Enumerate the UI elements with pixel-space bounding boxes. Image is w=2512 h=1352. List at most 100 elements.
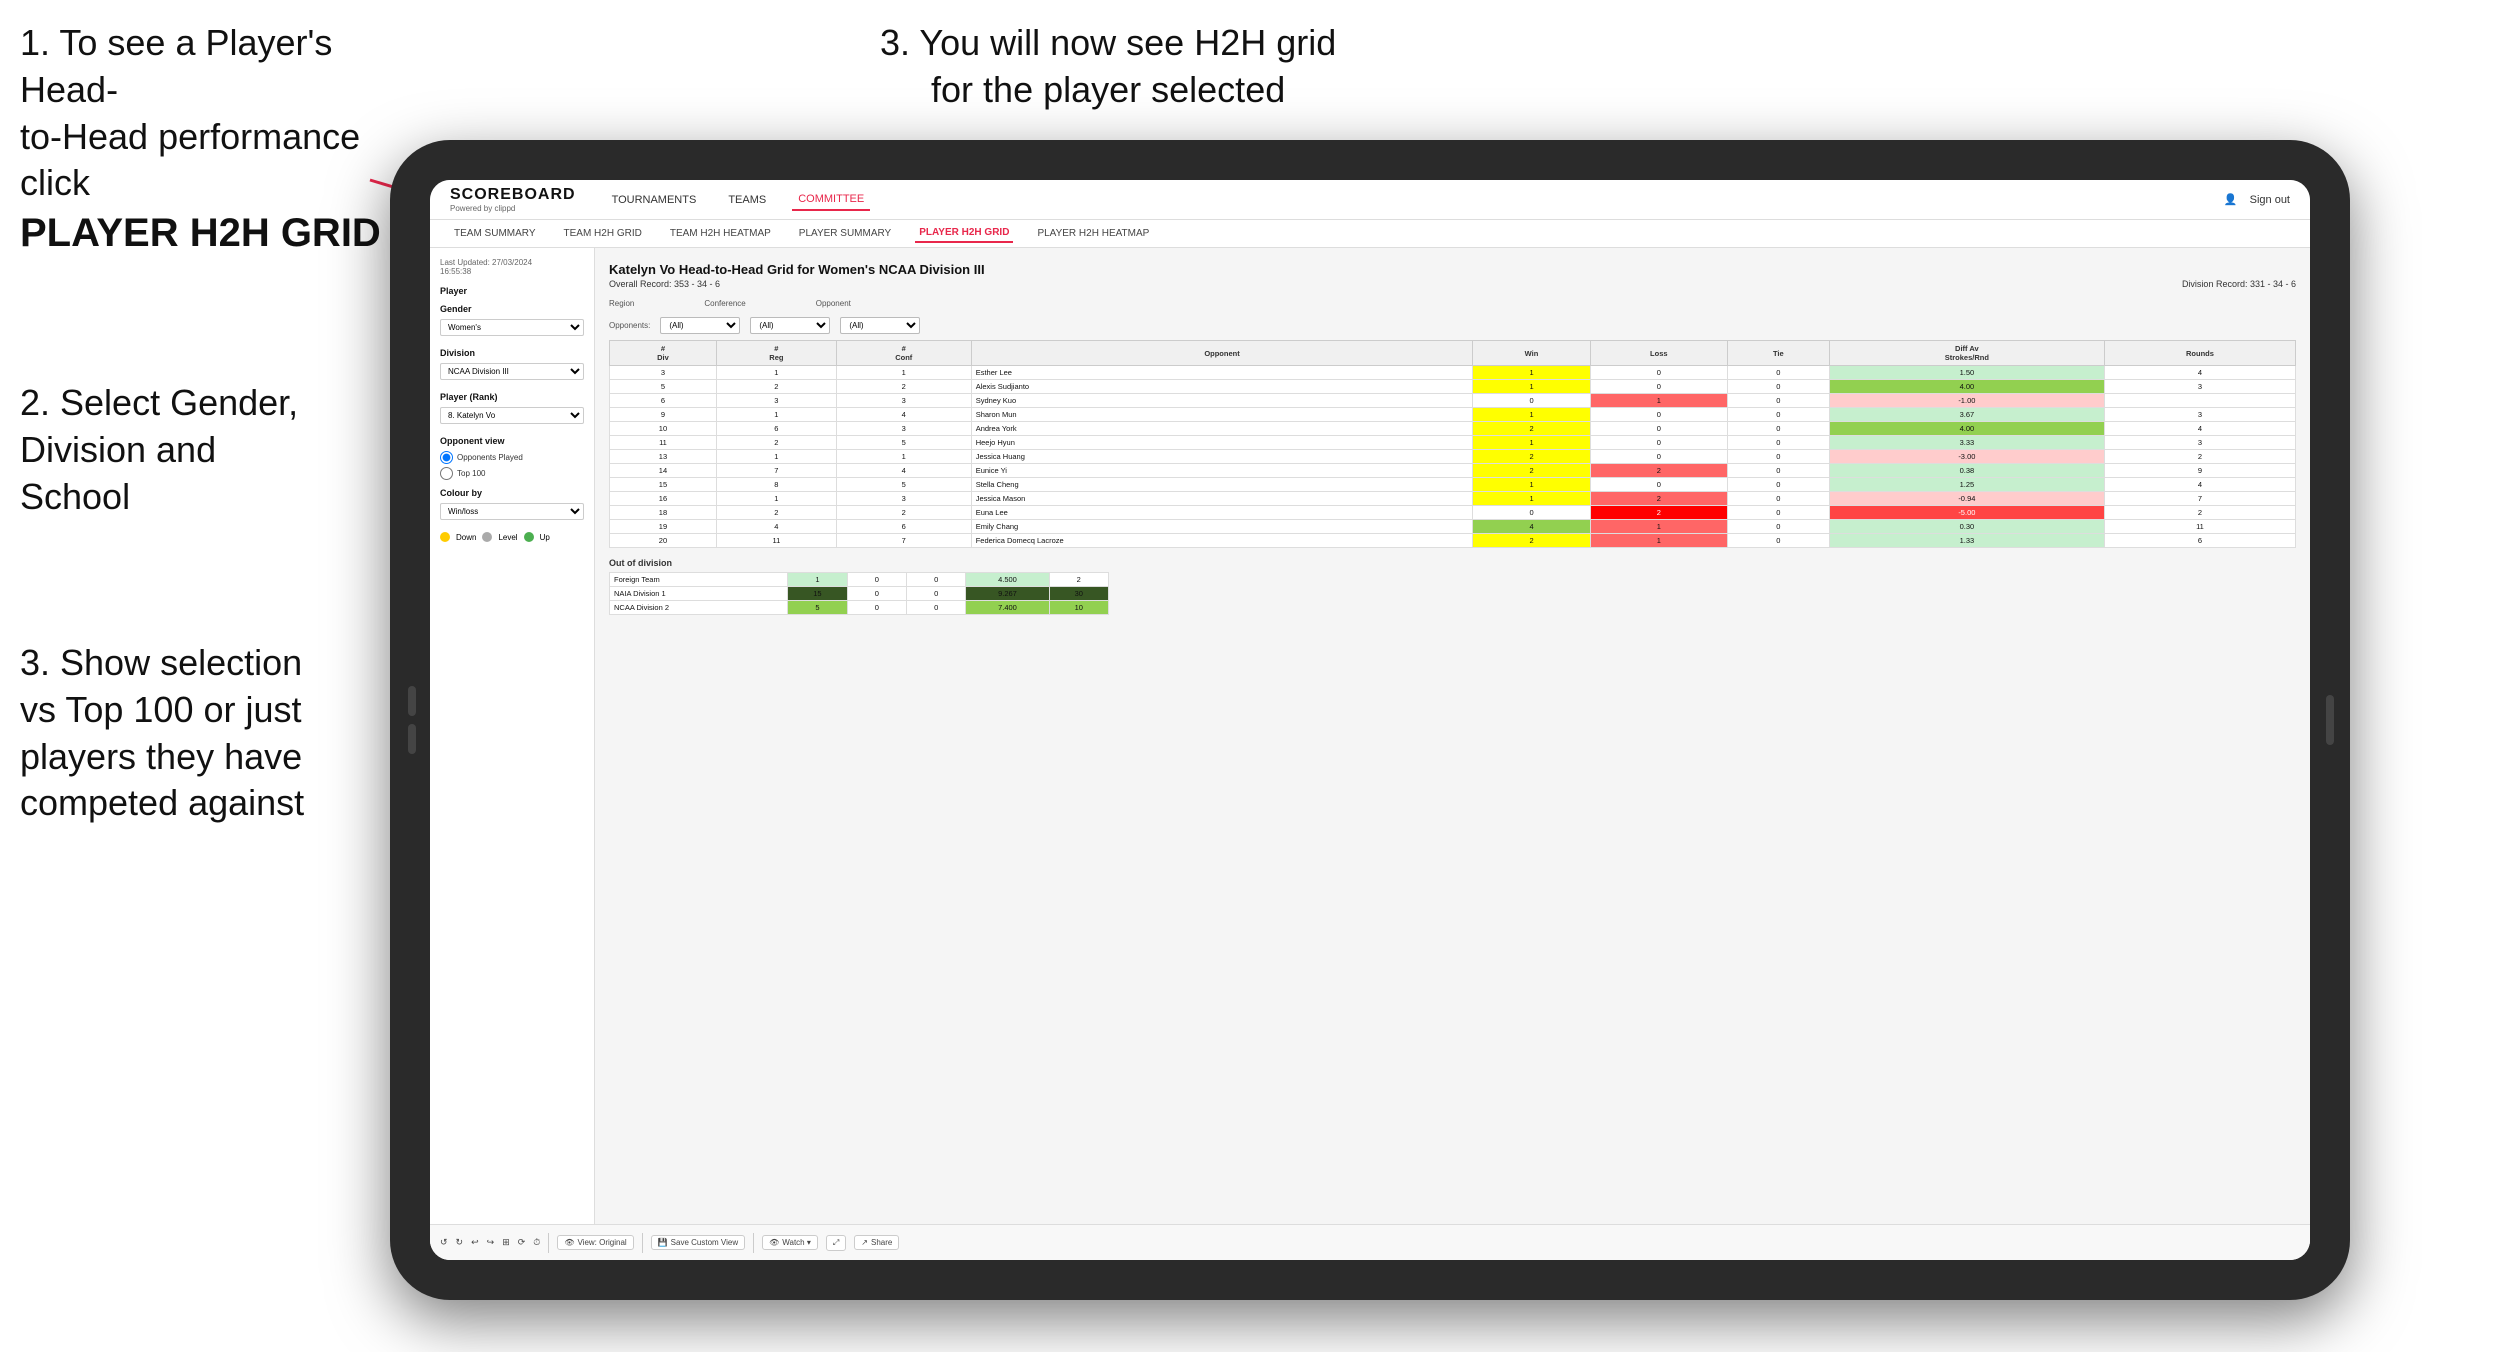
opponents-label: Opponents:	[609, 321, 650, 330]
sub-player-summary[interactable]: PLAYER SUMMARY	[795, 225, 895, 242]
bottom-toolbar: ↺ ↻ ↩ ↪ ⊞ ⟳ ⏱ 👁 View: Original 💾 Save Cu…	[430, 1224, 2310, 1260]
app-navbar: SCOREBOARD Powered by clippd TOURNAMENTS…	[430, 180, 2310, 220]
logo-text: SCOREBOARD	[450, 186, 576, 204]
instruction-top-right: 3. You will now see H2H gridfor the play…	[880, 20, 1336, 114]
save-icon: 💾	[658, 1238, 668, 1247]
eye-icon: 👁	[564, 1238, 574, 1247]
out-of-division-header: Out of division	[609, 558, 2296, 568]
sidebar-gender-select[interactable]: Women's Men's	[440, 319, 584, 336]
watch-icon: 👁	[769, 1238, 779, 1247]
toolbar-separator-1	[548, 1233, 549, 1253]
sidebar-radio-group: Opponents Played Top 100	[440, 451, 584, 480]
sub-player-h2h-heatmap[interactable]: PLAYER H2H HEATMAP	[1033, 225, 1153, 242]
nav-right: 👤 Sign out	[2224, 193, 2290, 206]
grid-title: Katelyn Vo Head-to-Head Grid for Women's…	[609, 262, 2296, 277]
nav-committee[interactable]: COMMITTEE	[792, 189, 870, 211]
legend-down-dot	[440, 532, 450, 542]
sign-out-link[interactable]: Sign out	[2250, 194, 2290, 206]
radio-opponents-played[interactable]: Opponents Played	[440, 451, 584, 464]
division-record: Division Record: 331 - 34 - 6	[2182, 279, 2296, 289]
save-custom-view-button[interactable]: 💾 Save Custom View	[651, 1235, 745, 1250]
view-original-button[interactable]: 👁 View: Original	[557, 1235, 633, 1250]
sidebar-colour-by-label: Colour by	[440, 488, 584, 498]
sidebar-player-section: Player	[440, 286, 584, 296]
legend-down-label: Down	[456, 533, 476, 542]
tablet-frame: SCOREBOARD Powered by clippd TOURNAMENTS…	[390, 140, 2350, 1300]
instruction-top-left: 1. To see a Player's Head- to-Head perfo…	[20, 20, 420, 259]
refresh-icon[interactable]: ⟳	[518, 1237, 526, 1248]
nav-links: TOURNAMENTS TEAMS COMMITTEE	[606, 189, 2194, 211]
nav-tournaments[interactable]: TOURNAMENTS	[606, 190, 703, 210]
grid-subtitle: Overall Record: 353 - 34 - 6 Division Re…	[609, 279, 2296, 289]
table-row: 633 Sydney Kuo 0 1 0 -1.00	[610, 394, 2296, 408]
legend-up-dot	[524, 532, 534, 542]
table-row: 311 Esther Lee 1 0 0 1.50 4	[610, 366, 2296, 380]
filter-row: Region Conference Opponent	[609, 299, 2296, 309]
watch-button[interactable]: 👁 Watch ▾	[762, 1235, 818, 1250]
sidebar-player-rank-label: Player (Rank)	[440, 392, 584, 402]
sub-team-h2h-heatmap[interactable]: TEAM H2H HEATMAP	[666, 225, 775, 242]
table-row: 20117 Federica Domecq Lacroze 2 1 0 1.33…	[610, 534, 2296, 548]
th-div: #Div	[610, 341, 717, 366]
out-of-division-table: Foreign Team 1 0 0 4.500 2 NAIA Division…	[609, 572, 1109, 615]
radio-top100[interactable]: Top 100	[440, 467, 584, 480]
toolbar-separator-3	[753, 1233, 754, 1253]
user-icon: 👤	[2224, 193, 2238, 206]
undo-icon[interactable]: ↺	[440, 1237, 448, 1248]
sidebar-timestamp: Last Updated: 27/03/202416:55:38	[440, 258, 584, 276]
overall-record: Overall Record: 353 - 34 - 6	[609, 279, 720, 289]
sidebar-gender-label: Gender	[440, 304, 584, 314]
expand-icon[interactable]: ⊞	[502, 1237, 510, 1248]
clock-icon[interactable]: ⏱	[533, 1237, 540, 1248]
opponents-filter-row: Opponents: (All) (All) (All)	[609, 317, 2296, 334]
nav-teams[interactable]: TEAMS	[722, 190, 772, 210]
table-row: 1311 Jessica Huang 2 0 0 -3.00 2	[610, 450, 2296, 464]
th-opponent: Opponent	[971, 341, 1473, 366]
table-row: 522 Alexis Sudjianto 1 0 0 4.00 3	[610, 380, 2296, 394]
legend-up-label: Up	[540, 533, 550, 542]
conference-label: Conference	[704, 299, 745, 308]
sidebar-colour-by-select[interactable]: Win/loss	[440, 503, 584, 520]
instruction-mid-left: 2. Select Gender,Division andSchool	[20, 380, 298, 520]
th-tie: Tie	[1727, 341, 1829, 366]
legend-level-dot	[482, 532, 492, 542]
opponents-select[interactable]: (All)	[660, 317, 740, 334]
opponent-label: Opponent	[816, 299, 851, 308]
sub-team-h2h-grid[interactable]: TEAM H2H GRID	[560, 225, 646, 242]
table-row: 1613 Jessica Mason 1 2 0 -0.94 7	[610, 492, 2296, 506]
table-row: NCAA Division 2 5 0 0 7.400 10	[610, 601, 1109, 615]
table-row: 1946 Emily Chang 4 1 0 0.30 11	[610, 520, 2296, 534]
share-icon: ↗	[861, 1238, 868, 1247]
region-label: Region	[609, 299, 634, 308]
sidebar-division-select[interactable]: NCAA Division III NCAA Division I NCAA D…	[440, 363, 584, 380]
opponent-select[interactable]: (All)	[840, 317, 920, 334]
share-button[interactable]: ↗ Share	[854, 1235, 899, 1250]
table-row: NAIA Division 1 15 0 0 9.267 30	[610, 587, 1109, 601]
sidebar-division-label: Division	[440, 348, 584, 358]
sub-player-h2h-grid[interactable]: PLAYER H2H GRID	[915, 224, 1013, 243]
toolbar-separator-2	[642, 1233, 643, 1253]
sidebar-color-legend: Down Level Up	[440, 532, 584, 542]
th-conf: #Conf	[836, 341, 971, 366]
table-row: 1822 Euna Lee 0 2 0 -5.00 2	[610, 506, 2296, 520]
table-row: 1125 Heejo Hyun 1 0 0 3.33 3	[610, 436, 2296, 450]
sidebar-opponent-view-label: Opponent view	[440, 436, 584, 446]
tablet-screen: SCOREBOARD Powered by clippd TOURNAMENTS…	[430, 180, 2310, 1260]
th-win: Win	[1473, 341, 1590, 366]
table-row: Foreign Team 1 0 0 4.500 2	[610, 573, 1109, 587]
expand-view-button[interactable]: ⤢	[826, 1235, 846, 1251]
sub-team-summary[interactable]: TEAM SUMMARY	[450, 225, 540, 242]
table-row: 914 Sharon Mun 1 0 0 3.67 3	[610, 408, 2296, 422]
table-row: 1585 Stella Cheng 1 0 0 1.25 4	[610, 478, 2296, 492]
sub-navbar: TEAM SUMMARY TEAM H2H GRID TEAM H2H HEAT…	[430, 220, 2310, 248]
th-loss: Loss	[1590, 341, 1727, 366]
sidebar-player-rank-select[interactable]: 8. Katelyn Vo	[440, 407, 584, 424]
table-row: 1474 Eunice Yi 2 2 0 0.38 9	[610, 464, 2296, 478]
back-icon[interactable]: ↩	[471, 1237, 479, 1248]
sidebar: Last Updated: 27/03/202416:55:38 Player …	[430, 248, 595, 1260]
forward-icon[interactable]: ↪	[487, 1237, 495, 1248]
redo-icon[interactable]: ↻	[456, 1237, 464, 1248]
main-data-table: #Div #Reg #Conf Opponent Win Loss Tie Di…	[609, 340, 2296, 548]
th-rounds: Rounds	[2104, 341, 2295, 366]
conference-select[interactable]: (All)	[750, 317, 830, 334]
